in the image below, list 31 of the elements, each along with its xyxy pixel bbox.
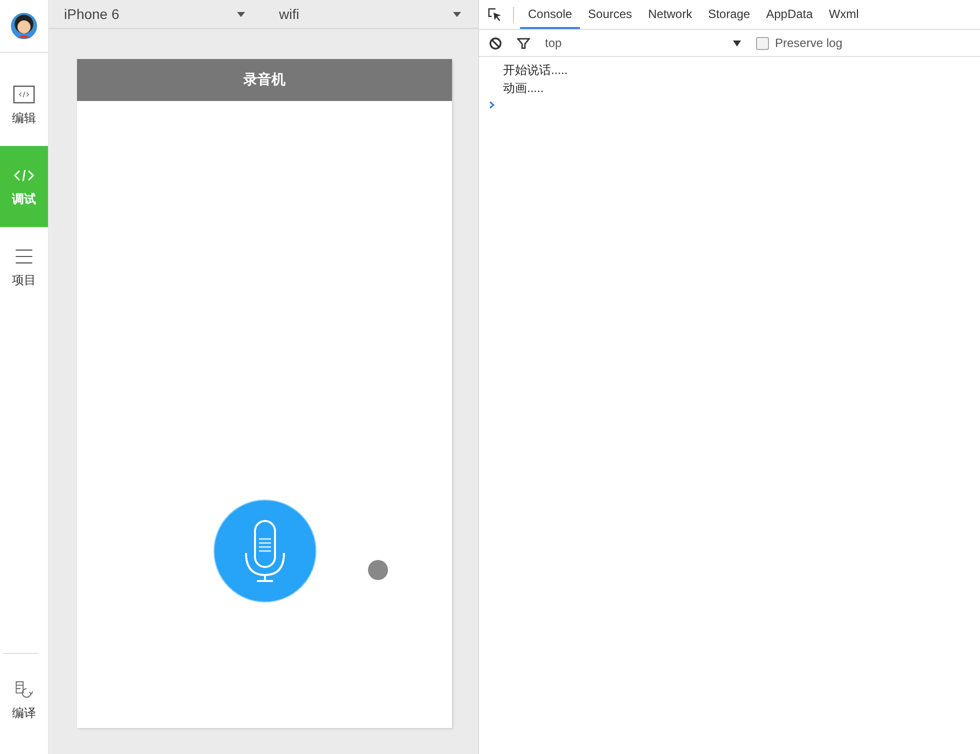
checkbox[interactable] bbox=[756, 36, 769, 50]
avatar-icon[interactable] bbox=[10, 12, 38, 40]
code-icon bbox=[13, 84, 35, 104]
caret-icon bbox=[237, 12, 245, 16]
devtools-tab[interactable]: Network bbox=[640, 0, 700, 29]
console-message: 动画..... bbox=[503, 80, 545, 97]
prompt-icon[interactable] bbox=[489, 101, 495, 109]
preserve-log-checkbox[interactable]: Preserve log bbox=[756, 36, 842, 50]
devtools-tab[interactable]: Console bbox=[520, 0, 580, 29]
menu-icon bbox=[13, 246, 35, 266]
checkbox-label: Preserve log bbox=[775, 36, 842, 50]
context-select[interactable]: top bbox=[545, 36, 741, 50]
clear-icon[interactable] bbox=[489, 36, 502, 50]
caret-icon bbox=[733, 40, 741, 46]
filter-icon[interactable] bbox=[517, 36, 530, 50]
sidebar-item[interactable]: 编辑 bbox=[0, 65, 48, 146]
devtools-tab[interactable]: Sources bbox=[580, 0, 640, 29]
devtools-tab[interactable]: Storage bbox=[700, 0, 758, 29]
devtools-tab[interactable]: AppData bbox=[758, 0, 821, 29]
devtools-tab[interactable]: Wxml bbox=[820, 0, 867, 29]
inspect-icon[interactable] bbox=[487, 7, 502, 22]
caret-icon bbox=[453, 12, 461, 16]
compile-button[interactable]: 编译 bbox=[0, 654, 48, 754]
console-message: 开始说话..... bbox=[503, 62, 569, 79]
compile-icon bbox=[13, 680, 35, 699]
device-select[interactable]: iPhone 6 bbox=[49, 6, 245, 22]
nav-title: 录音机 bbox=[244, 71, 286, 89]
microphone-button[interactable] bbox=[213, 499, 317, 603]
dot-icon bbox=[368, 560, 388, 580]
network-select[interactable]: wifi bbox=[245, 6, 461, 22]
sidebar-item[interactable]: 项目 bbox=[0, 227, 48, 308]
